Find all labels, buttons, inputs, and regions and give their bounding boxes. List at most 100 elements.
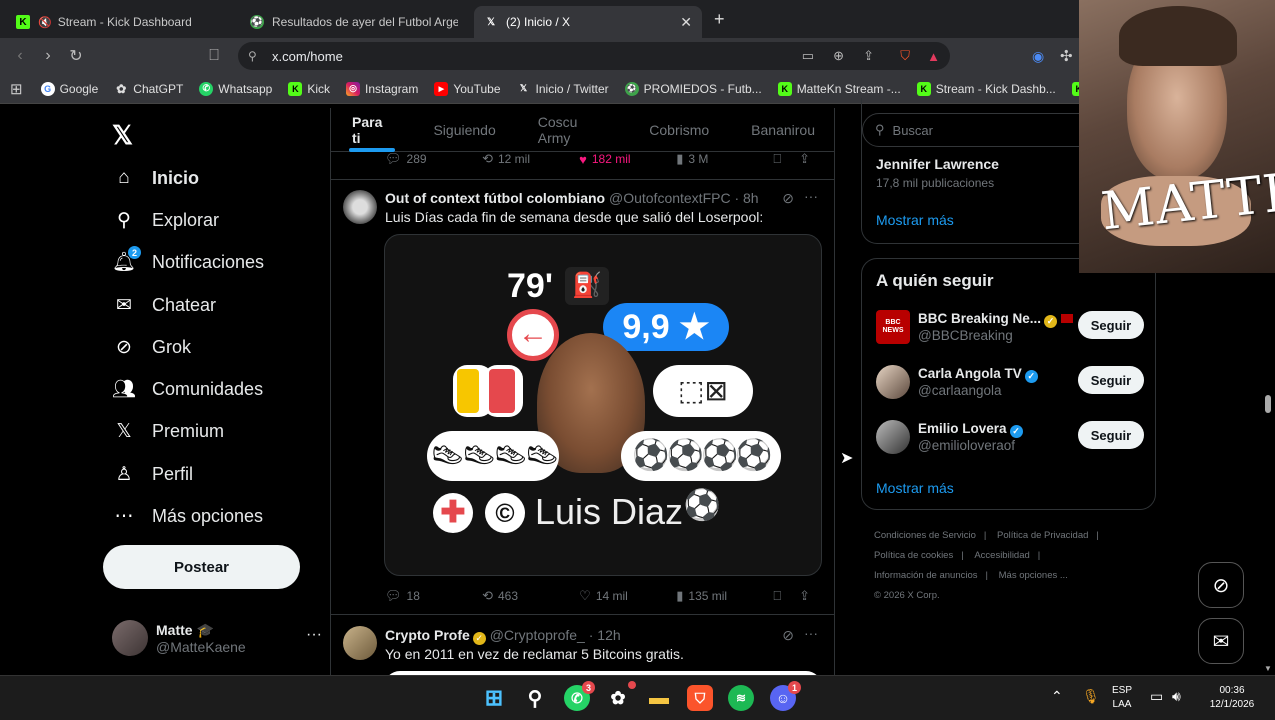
nav-explorar[interactable]: ⚲ Explorar — [112, 208, 219, 232]
spotify-icon[interactable]: ≋ — [728, 685, 754, 711]
extensions-icon[interactable]: ✣ — [1060, 47, 1073, 65]
footer-link[interactable]: Política de Privacidad — [997, 530, 1088, 541]
more-icon[interactable]: ··· — [804, 188, 818, 204]
nav-mas-opciones[interactable]: ⋯ Más opciones — [112, 504, 264, 528]
zoom-icon[interactable]: ⊕ — [833, 48, 844, 64]
footer-link[interactable]: Más opciones ... — [999, 570, 1068, 581]
messages-floating-button[interactable]: ✉ — [1198, 618, 1244, 664]
tab-coscu-army[interactable]: Coscu Army — [517, 108, 629, 152]
bookmark-chatgpt[interactable]: ✿ ChatGPT — [114, 82, 183, 96]
discord-icon[interactable]: ☺ 1 — [770, 681, 801, 711]
nav-grok[interactable]: ⊘ Grok — [112, 335, 191, 359]
grok-icon[interactable]: ⊘ — [782, 190, 794, 207]
bookmark-kick-dashboard[interactable]: K Stream - Kick Dashb... — [916, 81, 1056, 96]
whatsapp-icon[interactable]: ✆ 3 — [564, 681, 595, 711]
tab-bananirou[interactable]: Bananirou — [730, 108, 834, 152]
more-icon[interactable]: ··· — [306, 626, 322, 644]
browser-tab-kick[interactable]: K 🔇 Stream - Kick Dashboard — [6, 6, 234, 38]
bookmark-button[interactable]: ⎕ — [773, 588, 799, 604]
audio-icon[interactable]: ◉ — [1032, 48, 1044, 65]
browser-tab-promiedos[interactable]: ⚽ Resultados de ayer del Futbol Argent — [240, 6, 468, 38]
address-bar[interactable]: ⚲ x.com/home ▭ ⊕ ⇪ ⛉ ▲ — [238, 42, 950, 70]
tweet-author-name[interactable]: Crypto Profe — [385, 627, 470, 643]
tweet-author-handle[interactable]: @Cryptoprofe_ — [490, 627, 585, 643]
views-button[interactable]: ▮ 135 mil — [676, 588, 773, 604]
x-logo-icon[interactable]: 𝕏 — [112, 120, 133, 151]
like-button[interactable]: ♡ 14 mil — [579, 588, 676, 604]
avatar[interactable] — [343, 190, 377, 224]
bookmark-youtube[interactable]: ▶ YouTube — [434, 81, 501, 96]
nav-comunidades[interactable]: 👥︎ Comunidades — [112, 377, 263, 401]
new-tab-button[interactable]: + — [714, 9, 725, 30]
share-button[interactable]: ⇪ — [799, 151, 815, 167]
chatgpt-icon[interactable]: ✿ — [605, 681, 636, 711]
footer-link[interactable]: Condiciones de Servicio — [874, 530, 976, 541]
follow-button[interactable]: Seguir — [1078, 366, 1144, 394]
trend-name[interactable]: Jennifer Lawrence — [876, 156, 999, 172]
bookmark-whatsapp[interactable]: ✆ Whatsapp — [199, 81, 272, 96]
nav-inicio[interactable]: ⌂ Inicio — [112, 166, 199, 190]
tab-siguiendo[interactable]: Siguiendo — [412, 108, 516, 152]
tab-cobrismo[interactable]: Cobrismo — [628, 108, 730, 152]
follow-button[interactable]: Seguir — [1078, 421, 1144, 449]
grok-floating-button[interactable]: ⊘ — [1198, 562, 1244, 608]
reply-button[interactable]: 💬︎ 289 — [385, 151, 482, 167]
language-indicator[interactable]: ESP LAA — [1112, 684, 1132, 712]
account-switcher[interactable]: Matte 🎓 @MatteKaene ··· — [112, 618, 322, 658]
bookmark-button[interactable]: ⎕ — [773, 151, 799, 167]
share-button[interactable]: ⇪ — [799, 588, 815, 604]
nav-notificaciones[interactable]: 🔔︎ 2 Notificaciones — [112, 246, 264, 274]
brave-shield-icon[interactable]: ⛉ — [900, 48, 910, 64]
forward-button[interactable]: › — [34, 47, 62, 65]
grok-icon[interactable]: ⊘ — [782, 627, 794, 644]
microphone-icon[interactable]: 🎙︎ — [1082, 688, 1100, 705]
views-button[interactable]: ▮ 3 M — [676, 151, 773, 167]
chevron-up-icon[interactable]: ⌃ — [1051, 688, 1063, 705]
bookmark-twitter[interactable]: 𝕏 Inicio / Twitter — [517, 82, 609, 96]
show-more-link[interactable]: Mostrar más — [876, 480, 954, 496]
tweet-time[interactable]: · 8h — [734, 190, 758, 206]
volume-icon[interactable]: 🔊︎ — [1172, 688, 1181, 705]
repost-button[interactable]: ⟲ 463 — [482, 588, 579, 604]
site-info-icon[interactable]: ⚲ — [248, 49, 257, 63]
apps-icon[interactable]: ⊞ — [10, 80, 23, 98]
footer-link[interactable]: Información de anuncios — [874, 570, 978, 581]
reload-button[interactable]: ↻ — [62, 46, 90, 66]
close-icon[interactable]: ✕ — [680, 14, 692, 31]
scroll-down-arrow-icon[interactable]: ▼ — [1264, 664, 1272, 673]
mute-icon[interactable]: 🔇 — [38, 16, 52, 29]
scrollbar-thumb[interactable] — [1265, 395, 1271, 413]
nav-perfil[interactable]: ♙ Perfil — [112, 462, 193, 486]
follow-suggestion[interactable]: Carla Angola TV ✓ @carlaangola Seguir — [876, 360, 1144, 404]
browser-tab-x[interactable]: 𝕏 (2) Inicio / X ✕ — [474, 6, 702, 38]
footer-link[interactable]: Política de cookies — [874, 550, 953, 561]
windows-start-icon[interactable]: ⊞ — [481, 685, 507, 711]
avatar[interactable] — [343, 626, 377, 660]
post-button[interactable]: Postear — [103, 545, 300, 589]
tab-para-ti[interactable]: Para ti — [331, 108, 412, 152]
follow-suggestion[interactable]: Emilio Lovera ✓ @emilioloveraof Seguir — [876, 415, 1144, 459]
footer-link[interactable]: Accesibilidad — [974, 550, 1029, 561]
clock[interactable]: 00:36 12/1/2026 — [1200, 684, 1264, 712]
nav-premium[interactable]: 𝕏 Premium — [112, 419, 224, 443]
cast-icon[interactable]: ▭ — [802, 48, 814, 64]
repost-button[interactable]: ⟲ 12 mil — [482, 151, 579, 167]
tweet-time[interactable]: · 12h — [589, 627, 621, 643]
bookmark-icon[interactable]: ⎕ — [200, 47, 228, 65]
tweet-author-handle[interactable]: @OutofcontextFPC — [609, 190, 731, 206]
back-button[interactable]: ‹ — [6, 47, 34, 65]
brave-rewards-icon[interactable]: ▲ — [927, 49, 940, 64]
share-icon[interactable]: ⇪ — [863, 48, 874, 64]
bookmark-promiedos[interactable]: ⚽ PROMIEDOS - Futb... — [624, 81, 762, 96]
search-icon[interactable]: ⚲ — [522, 685, 548, 711]
nav-chatear[interactable]: ✉ Chatear — [112, 293, 216, 317]
network-icon[interactable]: ▭ — [1150, 688, 1163, 705]
bookmark-google[interactable]: G Google — [40, 81, 98, 96]
follow-suggestion[interactable]: BBC NEWS BBC Breaking Ne... ✓ @BBCBreaking… — [876, 305, 1144, 349]
file-explorer-icon[interactable]: ▬ — [646, 685, 672, 711]
reply-button[interactable]: 💬︎ 18 — [385, 588, 482, 604]
bookmark-kick[interactable]: K Kick — [288, 81, 330, 96]
follow-button[interactable]: Seguir — [1078, 311, 1144, 339]
bookmark-instagram[interactable]: ◎ Instagram — [346, 81, 418, 96]
tweet-author-name[interactable]: Out of context fútbol colombiano — [385, 190, 605, 206]
